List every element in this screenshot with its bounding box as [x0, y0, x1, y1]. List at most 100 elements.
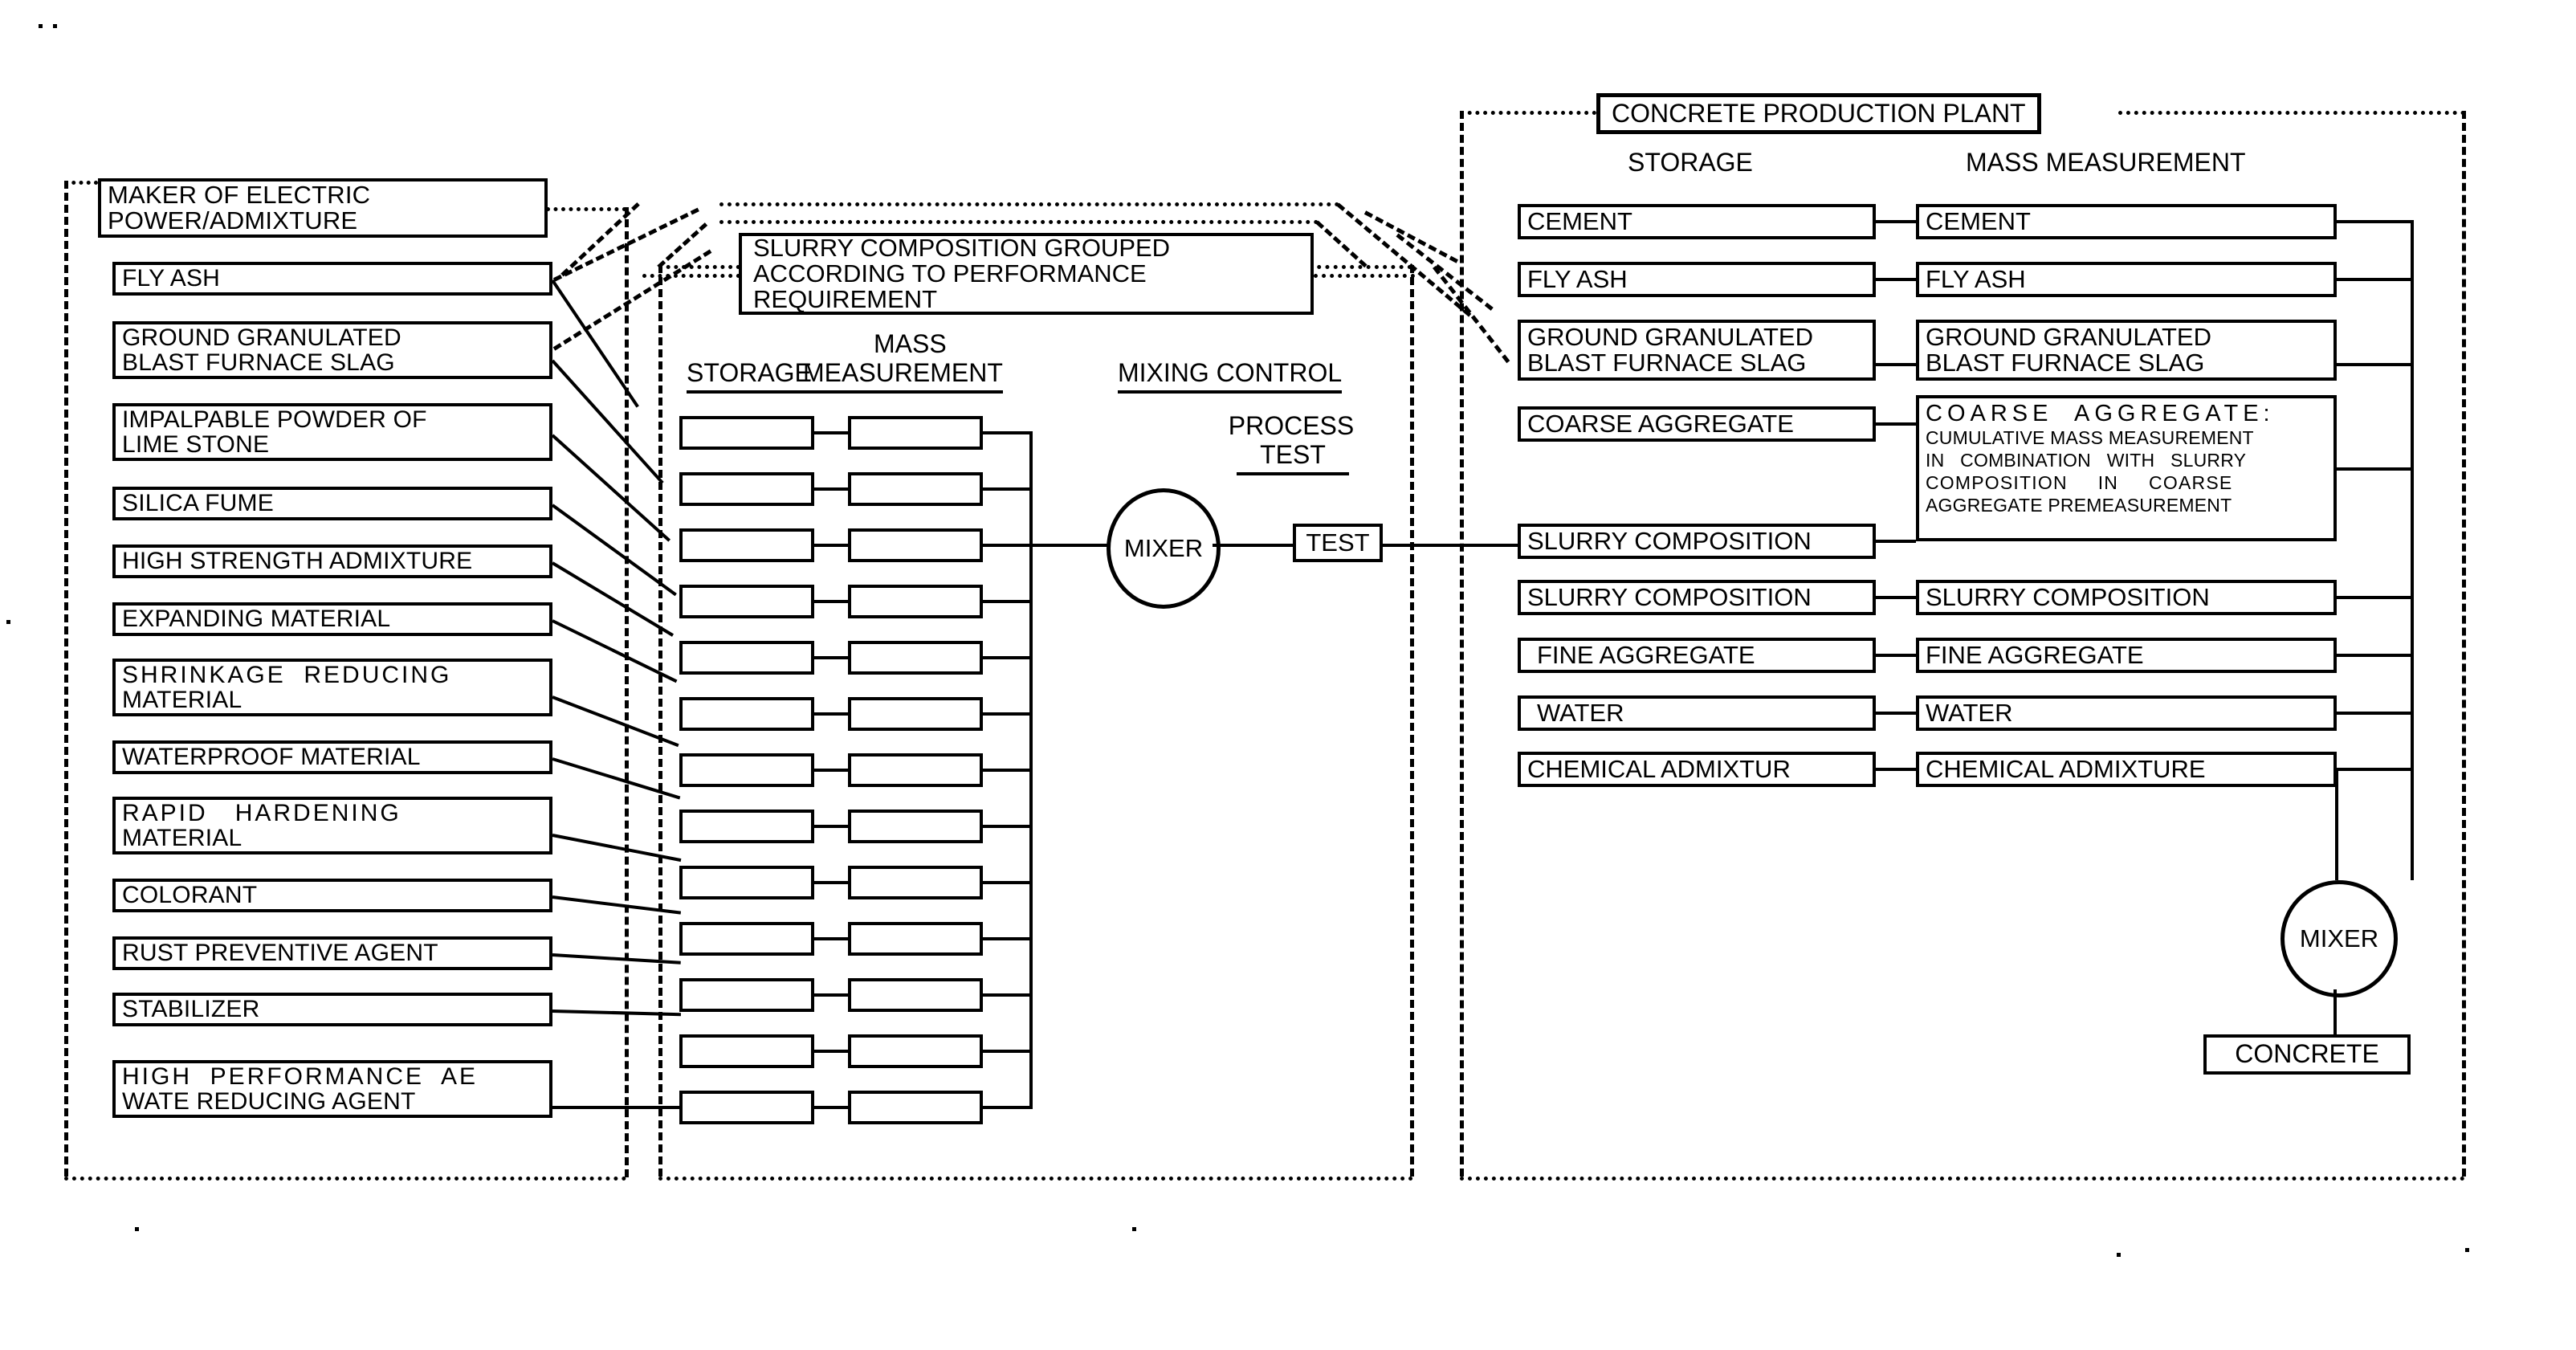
plant-storage-box-coarse-aggregate[interactable]: COARSE AGGREGATE: [1518, 406, 1876, 442]
center-storage-box[interactable]: [679, 697, 814, 731]
plant-measurement-box-ggbs[interactable]: GROUND GRANULATED BLAST FURNACE SLAG: [1916, 320, 2337, 381]
center-storage-box[interactable]: [679, 585, 814, 618]
left-header-box[interactable]: MAKER OF ELECTRIC POWER/ADMIXTURE: [98, 178, 548, 238]
center-storage-box[interactable]: [679, 866, 814, 899]
test-to-plant-line: [1383, 544, 1519, 547]
plant-row-out: [2337, 596, 2414, 599]
left-material-box-high-strength-admixture[interactable]: HIGH STRENGTH ADMIXTURE: [112, 544, 552, 578]
center-region-dashed-right-edge: [1410, 265, 1414, 1177]
left-material-box-fly-ash[interactable]: FLY ASH: [112, 262, 552, 296]
plant-measurement-box-cement[interactable]: CEMENT: [1916, 204, 2337, 239]
plant-storage-box-cement[interactable]: CEMENT: [1518, 204, 1876, 239]
process-test-line1: PROCESS: [1228, 411, 1355, 440]
center-bus-to-mixer: [1029, 544, 1110, 547]
center-measurement-box[interactable]: [848, 472, 983, 506]
plant-measurement-box-coarse-aggregate-detail[interactable]: COARSE AGGREGATE: CUMULATIVE MASS MEASUR…: [1916, 395, 2337, 541]
center-header-mass-line1: MASS: [874, 329, 947, 358]
center-row-link: [814, 487, 848, 491]
left-material-box-waterproof-material[interactable]: WATERPROOF MATERIAL: [112, 740, 552, 774]
plant-measurement-label: FINE AGGREGATE: [1926, 640, 2144, 669]
plant-storage-box-slurry-composition-1[interactable]: SLURRY COMPOSITION: [1518, 524, 1876, 559]
center-measurement-box[interactable]: [848, 528, 983, 562]
left-material-box-colorant[interactable]: COLORANT: [112, 879, 552, 912]
center-header-mixing-control: MIXING CONTROL: [1118, 358, 1343, 394]
left-material-box-high-performance-ae-water-reducing-agent[interactable]: HIGH PERFORMANCE AE WATE REDUCING AGENT: [112, 1060, 552, 1118]
plant-storage-label: WATER: [1537, 698, 1624, 727]
center-measurement-box[interactable]: [848, 978, 983, 1012]
center-storage-box[interactable]: [679, 978, 814, 1012]
center-storage-box[interactable]: [679, 528, 814, 562]
plant-storage-box-slurry-composition-2[interactable]: SLURRY COMPOSITION: [1518, 580, 1876, 615]
left-material-box-expanding-material[interactable]: EXPANDING MATERIAL: [112, 602, 552, 636]
center-measurement-box[interactable]: [848, 585, 983, 618]
center-row-link: [814, 993, 848, 997]
left-material-box-limestone-powder[interactable]: IMPALPABLE POWDER OF LIME STONE: [112, 403, 552, 461]
scan-artifact-dot: [2117, 1253, 2121, 1257]
plant-measurement-box-fine-aggregate[interactable]: FINE AGGREGATE: [1916, 638, 2337, 673]
left-material-box-rapid-hardening-material[interactable]: RAPID HARDENING MATERIAL: [112, 797, 552, 854]
center-measurement-box[interactable]: [848, 753, 983, 787]
center-row-out: [983, 656, 1033, 659]
center-region-dashed-flare-right: [1315, 220, 1367, 268]
concrete-output-box[interactable]: CONCRETE: [2203, 1034, 2411, 1075]
center-row-out: [983, 600, 1033, 603]
left-material-label: RUST PREVENTIVE AGENT: [122, 940, 438, 967]
patent-figure-canvas: CONCRETE PRODUCTION PLANT MAKER OF ELECT…: [0, 0, 2576, 1350]
center-storage-box[interactable]: [679, 1091, 814, 1124]
plant-storage-box-chemical-admixture[interactable]: CHEMICAL ADMIXTUR: [1518, 752, 1876, 787]
plant-measurement-label: SLURRY COMPOSITION: [1926, 582, 2210, 611]
center-measurement-box[interactable]: [848, 416, 983, 450]
feed-line-material-3: [551, 434, 670, 542]
left-material-box-rust-preventive-agent[interactable]: RUST PREVENTIVE AGENT: [112, 936, 552, 970]
plant-storage-box-water[interactable]: WATER: [1518, 695, 1876, 731]
center-measurement-box[interactable]: [848, 866, 983, 899]
center-measurement-box[interactable]: [848, 810, 983, 843]
plant-measurement-label: GROUND GRANULATED: [1926, 322, 2211, 351]
center-storage-box[interactable]: [679, 1034, 814, 1068]
left-header-line1: MAKER OF ELECTRIC: [108, 180, 371, 209]
left-material-box-silica-fume[interactable]: SILICA FUME: [112, 487, 552, 520]
center-storage-box[interactable]: [679, 753, 814, 787]
plant-row-out: [2337, 363, 2414, 366]
plant-header-storage: STORAGE: [1628, 148, 1753, 177]
left-material-box-stabilizer[interactable]: STABILIZER: [112, 993, 552, 1026]
center-measurement-box[interactable]: [848, 1034, 983, 1068]
center-row-link: [814, 712, 848, 716]
left-material-box-shrinkage-reducing-material[interactable]: SHRINKAGE REDUCING MATERIAL: [112, 659, 552, 716]
plant-measurement-box-water[interactable]: WATER: [1916, 695, 2337, 731]
plant-mixer-node[interactable]: MIXER: [2280, 880, 2398, 997]
center-bus-vertical: [1029, 431, 1033, 1109]
plant-header-mass-measurement: MASS MEASUREMENT: [1966, 148, 2246, 177]
plant-measurement-box-chemical-admixture[interactable]: CHEMICAL ADMIXTURE: [1916, 752, 2337, 787]
plant-storage-label: COARSE AGGREGATE: [1527, 409, 1794, 438]
center-measurement-box[interactable]: [848, 697, 983, 731]
center-storage-box[interactable]: [679, 416, 814, 450]
plant-measurement-label-2: BLAST FURNACE SLAG: [1926, 349, 2205, 377]
center-row-out: [983, 1106, 1033, 1109]
plant-storage-box-fine-aggregate[interactable]: FINE AGGREGATE: [1518, 638, 1876, 673]
center-mixer-node[interactable]: MIXER: [1107, 488, 1221, 609]
center-row-link: [814, 600, 848, 603]
center-measurement-box[interactable]: [848, 1091, 983, 1124]
left-material-box-ggbs[interactable]: GROUND GRANULATED BLAST FURNACE SLAG: [112, 321, 552, 379]
center-storage-box[interactable]: [679, 922, 814, 956]
left-region-dashed-right-edge: [625, 207, 629, 1177]
center-region-dashed-top-right-run: [1309, 265, 1412, 269]
plant-row-link: [1876, 220, 1916, 223]
left-material-label: EXPANDING MATERIAL: [122, 606, 391, 633]
plant-storage-label: SLURRY COMPOSITION: [1527, 582, 1812, 611]
coarse-aggregate-body-line4: AGGREGATE PREMEASUREMENT: [1926, 494, 2232, 516]
plant-measurement-box-fly-ash[interactable]: FLY ASH: [1916, 262, 2337, 297]
plant-storage-box-ggbs[interactable]: GROUND GRANULATED BLAST FURNACE SLAG: [1518, 320, 1876, 381]
left-material-label: SHRINKAGE REDUCING: [122, 661, 452, 688]
left-material-label-2: MATERIAL: [122, 825, 243, 851]
feed-line-material-5: [551, 561, 675, 637]
center-measurement-box[interactable]: [848, 922, 983, 956]
test-box[interactable]: TEST: [1293, 524, 1383, 562]
plant-measurement-box-slurry-composition[interactable]: SLURRY COMPOSITION: [1916, 580, 2337, 615]
center-measurement-box[interactable]: [848, 641, 983, 675]
center-storage-box[interactable]: [679, 472, 814, 506]
center-storage-box[interactable]: [679, 810, 814, 843]
plant-storage-box-fly-ash[interactable]: FLY ASH: [1518, 262, 1876, 297]
center-storage-box[interactable]: [679, 641, 814, 675]
